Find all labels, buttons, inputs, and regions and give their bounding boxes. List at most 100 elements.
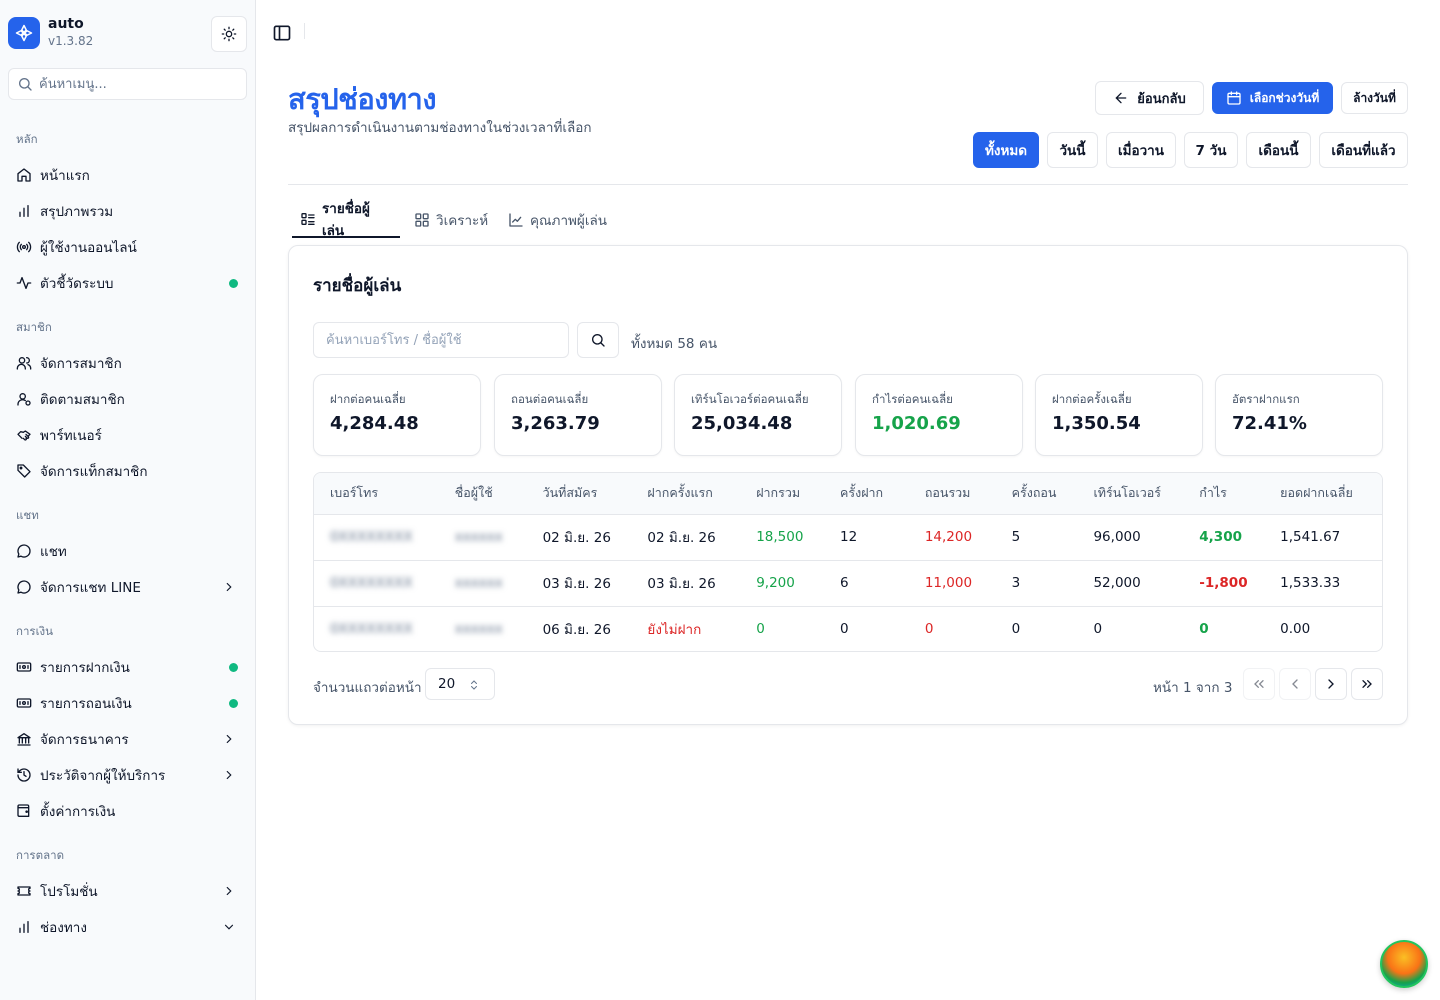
- column-header-profit[interactable]: กำไร: [1183, 473, 1265, 515]
- profit-cell: 0: [1199, 621, 1209, 638]
- group-label-main: หลัก: [16, 132, 38, 146]
- first-page-button[interactable]: [1243, 668, 1275, 700]
- table-header-row: เบอร์โทร ชื่อผู้ใช้ วันที่สมัคร ฝากครั้ง…: [314, 473, 1382, 515]
- app-version: v1.3.82: [48, 34, 94, 48]
- range-yesterday-button[interactable]: เมื่อวาน: [1106, 132, 1176, 168]
- date-range-picker-label: เลือกช่วงวันที่: [1249, 90, 1320, 105]
- sidebar-item-online-users[interactable]: ผู้ใช้งานออนไลน์: [8, 231, 248, 263]
- sidebar-item-label: จัดการแชท LINE: [40, 580, 141, 596]
- range-last-month-button[interactable]: เดือนที่แล้ว: [1319, 132, 1408, 168]
- range-this-month-button[interactable]: เดือนนี้: [1246, 132, 1311, 168]
- sidebar-item-deposits[interactable]: รายการฝากเงิน: [8, 651, 248, 683]
- next-page-button[interactable]: [1315, 668, 1347, 700]
- stat-value: 1,020.69: [872, 413, 961, 434]
- sidebar-item-home[interactable]: หน้าแรก: [8, 159, 248, 191]
- sidebar-item-label: แชท: [40, 544, 67, 560]
- total-withdraw-cell: 14,200: [908, 514, 996, 561]
- ticket-icon: [16, 883, 32, 899]
- line-chart-icon: [508, 212, 524, 228]
- column-header-total-withdraw[interactable]: ถอนรวม: [908, 473, 996, 515]
- sidebar-item-track-members[interactable]: ติดตามสมาชิก: [8, 383, 248, 415]
- date-range-picker-button[interactable]: เลือกช่วงวันที่: [1212, 82, 1333, 114]
- sidebar-toggle-button[interactable]: [272, 23, 292, 43]
- phone-cell: 0XXXXXXXX: [330, 529, 413, 545]
- avg-deposit-cell: 1,533.33: [1264, 560, 1382, 607]
- withdraw-icon: [16, 695, 32, 711]
- menu-search-input[interactable]: [39, 76, 239, 92]
- tab-player-quality[interactable]: คุณภาพผู้เล่น: [500, 202, 615, 238]
- column-header-avg-deposit[interactable]: ยอดฝากเฉลี่ย: [1264, 473, 1382, 515]
- column-header-total-deposit[interactable]: ฝากรวม: [740, 473, 825, 515]
- range-all-button[interactable]: ทั้งหมด: [973, 132, 1039, 168]
- range-today-button[interactable]: วันนี้: [1047, 132, 1098, 168]
- back-button[interactable]: ย้อนกลับ: [1095, 81, 1204, 115]
- radio-icon: [16, 239, 32, 255]
- sidebar-item-manage-members[interactable]: จัดการสมาชิก: [8, 347, 248, 379]
- column-header-turnover[interactable]: เทิร์นโอเวอร์: [1077, 473, 1184, 515]
- rows-per-page-select[interactable]: 20: [425, 668, 495, 700]
- sidebar-item-line-chat[interactable]: จัดการแชท LINE: [8, 571, 248, 603]
- table-row[interactable]: 0XXXXXXXX xxxxxx 03 มิ.ย. 26 03 มิ.ย. 26…: [314, 560, 1382, 607]
- column-header-phone[interactable]: เบอร์โทร: [314, 473, 439, 515]
- sidebar-item-provider-history[interactable]: ประวัติจากผู้ให้บริการ: [8, 759, 248, 791]
- sidebar-item-label: ติดตามสมาชิก: [40, 392, 125, 408]
- sidebar-item-member-tags[interactable]: จัดการแท็กสมาชิก: [8, 455, 248, 487]
- theme-toggle-button[interactable]: [211, 16, 247, 52]
- sidebar-item-chat[interactable]: แชท: [8, 535, 248, 567]
- column-header-deposit-count[interactable]: ครั้งฝาก: [824, 473, 909, 515]
- sidebar-item-channels[interactable]: ช่องทาง: [8, 911, 248, 943]
- tab-analysis[interactable]: วิเคราะห์: [406, 202, 496, 238]
- chevron-right-icon: [226, 582, 232, 592]
- turnover-cell: 96,000: [1077, 514, 1184, 561]
- sidebar-item-withdrawals[interactable]: รายการถอนเงิน: [8, 687, 248, 719]
- chevrons-right-icon: [1362, 680, 1372, 688]
- chevron-right-icon: [226, 734, 232, 744]
- column-header-username[interactable]: ชื่อผู้ใช้: [438, 473, 527, 515]
- stat-card: อัตราฝากแรก 72.41%: [1215, 374, 1383, 456]
- stat-label: เทิร์นโอเวอร์ต่อคนเฉลี่ย: [691, 392, 809, 406]
- brand[interactable]: auto v1.3.82: [8, 16, 93, 49]
- menu-search[interactable]: [8, 68, 247, 100]
- bar-chart-icon: [16, 203, 32, 219]
- first-deposit-cell: ยังไม่ฝาก: [647, 622, 702, 639]
- stat-card: ฝากต่อคนเฉลี่ย 4,284.48: [313, 374, 481, 456]
- column-header-withdraw-count[interactable]: ครั้งถอน: [995, 473, 1078, 515]
- users-icon: [16, 355, 32, 371]
- bar-chart-icon: [16, 919, 32, 935]
- withdraw-count-cell: 0: [1011, 621, 1021, 638]
- last-page-button[interactable]: [1351, 668, 1383, 700]
- tab-player-list[interactable]: รายชื่อผู้เล่น: [292, 201, 400, 239]
- column-header-registered[interactable]: วันที่สมัคร: [526, 473, 632, 515]
- table-row[interactable]: 0XXXXXXXX xxxxxx 06 มิ.ย. 26 ยังไม่ฝาก 0…: [314, 606, 1382, 651]
- stat-value: 25,034.48: [691, 413, 793, 434]
- player-search-button[interactable]: [577, 322, 619, 358]
- range-7days-button[interactable]: 7 วัน: [1184, 132, 1238, 168]
- clear-date-button[interactable]: ล้างวันที่: [1341, 82, 1408, 114]
- prev-page-button[interactable]: [1279, 668, 1311, 700]
- column-header-first-deposit[interactable]: ฝากครั้งแรก: [631, 473, 741, 515]
- calendar-icon: [1226, 90, 1242, 106]
- stat-value: 1,350.54: [1052, 413, 1141, 434]
- sidebar-item-label: ช่องทาง: [40, 920, 87, 936]
- phone-cell: 0XXXXXXXX: [330, 621, 413, 638]
- sidebar-item-label: ประวัติจากผู้ให้บริการ: [40, 768, 166, 784]
- username-cell: xxxxxx: [454, 575, 503, 591]
- user-search-icon: [16, 391, 32, 407]
- status-dot: [229, 698, 238, 708]
- chevron-down-icon: [224, 924, 234, 930]
- table-row[interactable]: 0XXXXXXXX xxxxxx 02 มิ.ย. 26 02 มิ.ย. 26…: [314, 514, 1382, 561]
- floating-support-avatar[interactable]: [1380, 940, 1428, 988]
- sidebar-item-system-metrics[interactable]: ตัวชี้วัดระบบ: [8, 267, 248, 299]
- sidebar-item-label: รายการฝากเงิน: [40, 660, 130, 676]
- sidebar-item-banks[interactable]: จัดการธนาคาร: [8, 723, 248, 755]
- stat-label: ถอนต่อคนเฉลี่ย: [511, 392, 589, 406]
- sidebar-item-label: ตั้งค่าการเงิน: [40, 804, 116, 820]
- sidebar-item-partners[interactable]: พาร์ทเนอร์: [8, 419, 248, 451]
- player-search-input[interactable]: [313, 322, 569, 358]
- wallet-icon: [16, 803, 32, 819]
- sidebar-item-promotions[interactable]: โปรโมชั่น: [8, 875, 248, 907]
- sidebar-item-finance-settings[interactable]: ตั้งค่าการเงิน: [8, 795, 248, 827]
- total-players: ทั้งหมด 58 คน: [631, 336, 718, 352]
- sidebar-item-overview[interactable]: สรุปภาพรวม: [8, 195, 248, 227]
- sidebar-item-label: ตัวชี้วัดระบบ: [40, 276, 114, 292]
